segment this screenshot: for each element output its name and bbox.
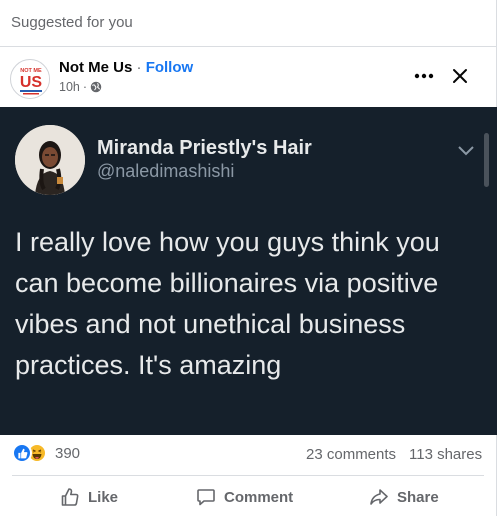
tweet-avatar xyxy=(15,125,85,195)
comment-button[interactable]: Comment xyxy=(196,484,293,510)
page-avatar[interactable]: NOT ME US xyxy=(10,59,50,99)
thumbs-up-icon xyxy=(61,488,79,506)
tweet-display-name: Miranda Priestly's Hair xyxy=(97,137,312,159)
name-separator: · xyxy=(136,59,142,76)
tweet-handle: @naledimashishi xyxy=(97,161,235,181)
person-photo xyxy=(15,125,85,195)
chevron-down-icon xyxy=(458,146,474,156)
share-label: Share xyxy=(397,488,439,506)
comments-count-link[interactable]: 23 comments xyxy=(306,446,396,463)
comment-label: Comment xyxy=(224,488,294,506)
page-name[interactable]: Not Me Us xyxy=(59,59,132,76)
logo-text: US xyxy=(20,74,43,91)
header-divider xyxy=(0,46,496,47)
time-separator: · xyxy=(82,80,88,94)
globe-icon xyxy=(90,81,102,93)
like-button[interactable]: Like xyxy=(60,484,118,510)
post-time[interactable]: 10h xyxy=(59,80,80,94)
follow-button[interactable]: Follow xyxy=(146,59,194,76)
reactions-summary[interactable]: 390 xyxy=(12,443,80,463)
share-arrow-icon xyxy=(370,489,388,505)
post-meta: 10h · xyxy=(59,80,102,94)
actions-divider xyxy=(12,475,484,476)
suggested-label: Suggested for you xyxy=(11,14,133,31)
comment-bubble-icon xyxy=(197,489,215,506)
tweet-screenshot-image[interactable]: Miranda Priestly's Hair @naledimashishi … xyxy=(0,107,497,435)
page-header: Not Me Us · Follow xyxy=(59,59,193,76)
shares-count-link[interactable]: 113 shares xyxy=(409,446,482,463)
ellipsis-icon xyxy=(414,73,434,79)
page-logo: NOT ME US xyxy=(12,61,49,98)
hide-post-button[interactable] xyxy=(446,62,474,90)
close-icon xyxy=(453,69,467,83)
like-reaction-icon xyxy=(12,443,32,463)
reactions-count: 390 xyxy=(55,444,81,462)
tweet-scrollbar xyxy=(484,133,489,187)
tweet-text: I really love how you guys think you can… xyxy=(15,227,440,380)
post-card: Suggested for you NOT ME US Not Me Us · … xyxy=(0,0,497,516)
share-button[interactable]: Share xyxy=(369,484,439,510)
like-label: Like xyxy=(88,488,119,506)
more-options-button[interactable] xyxy=(410,62,438,90)
